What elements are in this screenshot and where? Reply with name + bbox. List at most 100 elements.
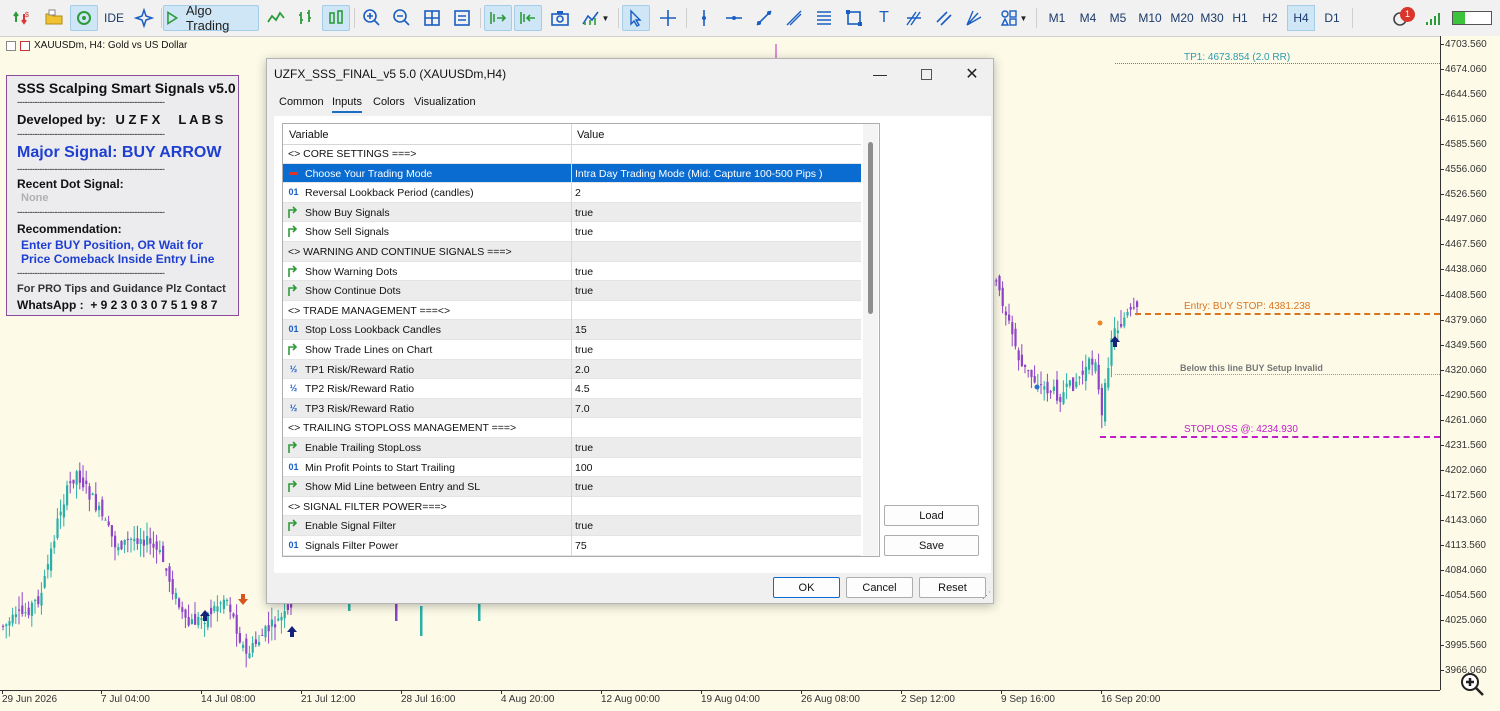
timeframe-m5[interactable]: M5	[1104, 5, 1132, 31]
crosshair-icon[interactable]	[654, 5, 682, 31]
line-chart-icon[interactable]	[262, 5, 290, 31]
price-axis[interactable]: 4703.560 4674.060 4644.560 4615.060 4585.560…	[1440, 36, 1500, 690]
notifications-icon[interactable]: 1	[1388, 5, 1416, 31]
minimize-button[interactable]: —	[857, 59, 903, 89]
save-button[interactable]: Save	[884, 535, 979, 556]
input-row[interactable]: Show Buy Signals true	[283, 202, 861, 223]
market-watch-icon[interactable]	[70, 5, 98, 31]
timeframe-m4[interactable]: M4	[1074, 5, 1102, 31]
maximize-button[interactable]	[903, 59, 949, 89]
timeframe-h2[interactable]: H2	[1256, 5, 1284, 31]
tab-inputs[interactable]: Inputs	[332, 96, 362, 113]
algo-trading-button[interactable]: Algo Trading	[163, 3, 259, 33]
input-row[interactable]: Choose Your Trading Mode Intra Day Tradin…	[283, 163, 861, 184]
variable-value[interactable]: true	[575, 207, 593, 219]
variable-value[interactable]: 75	[575, 540, 587, 552]
input-row[interactable]: Show Warning Dots true	[283, 262, 861, 282]
chart-menu-icon[interactable]	[6, 40, 16, 51]
input-row[interactable]: 01 Min Profit Points to Start Trailing 100	[283, 458, 861, 478]
tile-windows-icon[interactable]	[418, 5, 446, 31]
variable-column-header[interactable]: Variable	[289, 129, 329, 141]
folder-icon[interactable]	[40, 5, 68, 31]
resize-grip-icon[interactable]: ⋰	[982, 590, 991, 601]
section-row[interactable]: <> WARNING AND CONTINUE SIGNALS ===>	[283, 242, 861, 262]
strategy-tester-icon[interactable]	[130, 5, 158, 31]
horizontal-line-icon[interactable]	[720, 5, 748, 31]
input-row[interactable]: ½ TP3 Risk/Reward Ratio 7.0	[283, 398, 861, 419]
input-row[interactable]: Enable Trailing StopLoss true	[283, 438, 861, 458]
channel-icon[interactable]	[930, 5, 958, 31]
close-button[interactable]: ✕	[949, 59, 995, 89]
ray-icon[interactable]	[780, 5, 808, 31]
variable-value[interactable]: true	[575, 442, 593, 454]
variable-value[interactable]: true	[575, 481, 593, 493]
vertical-line-icon[interactable]	[690, 5, 718, 31]
variable-value[interactable]: true	[575, 344, 593, 356]
tab-common[interactable]: Common	[279, 96, 324, 108]
text-icon[interactable]: T	[870, 5, 898, 31]
timeframe-m10[interactable]: M10	[1134, 5, 1166, 31]
input-row[interactable]: Show Trade Lines on Chart true	[283, 340, 861, 360]
variable-value[interactable]: 2	[575, 187, 581, 199]
vertical-scrollbar[interactable]	[863, 124, 878, 556]
timeframe-d1[interactable]: D1	[1318, 5, 1346, 31]
depth-of-market-icon[interactable]	[448, 5, 476, 31]
input-row[interactable]: ½ TP2 Risk/Reward Ratio 4.5	[283, 379, 861, 399]
bar-chart-icon[interactable]	[292, 5, 320, 31]
tab-colors[interactable]: Colors	[373, 96, 405, 108]
input-row[interactable]: Enable Signal Filter true	[283, 516, 861, 536]
variable-value[interactable]: 15	[575, 324, 587, 336]
cursor-icon[interactable]	[622, 5, 650, 31]
new-order-icon[interactable]: $	[8, 5, 36, 31]
indicators-icon[interactable]: ▼	[576, 5, 614, 31]
reset-button[interactable]: Reset	[919, 577, 986, 598]
variable-value[interactable]: true	[575, 285, 593, 297]
ide-button[interactable]: IDE	[100, 5, 128, 31]
value-column-header[interactable]: Value	[577, 129, 604, 141]
chart-window-icon[interactable]	[20, 40, 30, 51]
chart-shift-icon[interactable]	[514, 5, 542, 31]
variable-value[interactable]: true	[575, 520, 593, 532]
variable-value[interactable]: Intra Day Trading Mode (Mid: Capture 100…	[575, 168, 822, 180]
section-row[interactable]: <> CORE SETTINGS ===>	[283, 144, 861, 164]
shapes-icon[interactable]: ▼	[994, 5, 1032, 31]
inputs-grid[interactable]: Variable Value <> CORE SETTINGS ===> Choo…	[282, 123, 880, 557]
input-row[interactable]: ½ TP1 Risk/Reward Ratio 2.0	[283, 359, 861, 380]
input-row[interactable]: 01 Stop Loss Lookback Candles 15	[283, 320, 861, 340]
tab-visualization[interactable]: Visualization	[414, 96, 476, 108]
section-row[interactable]: <> SIGNAL FILTER POWER===>	[283, 497, 861, 517]
time-axis[interactable]: 29 Jun 2026 7 Jul 04:00 14 Jul 08:00 21 Jul…	[0, 690, 1440, 711]
input-row[interactable]: Show Sell Signals true	[283, 222, 861, 242]
candlestick-chart-icon[interactable]	[322, 5, 350, 31]
variable-value[interactable]: true	[575, 266, 593, 278]
input-row[interactable]: Show Mid Line between Entry and SL true	[283, 477, 861, 497]
load-button[interactable]: Load	[884, 505, 979, 526]
variable-value[interactable]: 7.0	[575, 403, 590, 415]
zoom-in-icon[interactable]	[358, 5, 386, 31]
timeframe-h1[interactable]: H1	[1226, 5, 1254, 31]
input-row[interactable]: Show Continue Dots true	[283, 281, 861, 301]
variable-value[interactable]: 2.0	[575, 364, 590, 376]
variable-value[interactable]: 4.5	[575, 383, 590, 395]
input-row[interactable]: 01 Signals Filter Power 75	[283, 536, 861, 556]
cancel-button[interactable]: Cancel	[846, 577, 913, 598]
rectangle-icon[interactable]	[840, 5, 868, 31]
ok-button[interactable]: OK	[773, 577, 840, 598]
timeframe-m30[interactable]: M30	[1196, 5, 1228, 31]
scrollbar-thumb[interactable]	[868, 142, 873, 314]
timeframe-m1[interactable]: M1	[1043, 5, 1071, 31]
screenshot-icon[interactable]	[546, 5, 574, 31]
pitchfork-icon[interactable]	[900, 5, 928, 31]
variable-value[interactable]: true	[575, 226, 593, 238]
input-row[interactable]: 01 Reversal Lookback Period (candles) 2	[283, 183, 861, 203]
timeframe-m20[interactable]: M20	[1166, 5, 1198, 31]
fibonacci-icon[interactable]	[810, 5, 838, 31]
variable-value[interactable]: 100	[575, 462, 593, 474]
zoom-chart-icon[interactable]	[1458, 670, 1486, 698]
auto-scroll-icon[interactable]	[484, 5, 512, 31]
section-row[interactable]: <> TRAILING STOPLOSS MANAGEMENT ===>	[283, 418, 861, 438]
gann-icon[interactable]	[960, 5, 988, 31]
section-row[interactable]: <> TRADE MANAGEMENT ===<>	[283, 301, 861, 321]
timeframe-h4[interactable]: H4	[1287, 5, 1315, 31]
zoom-out-icon[interactable]	[388, 5, 416, 31]
